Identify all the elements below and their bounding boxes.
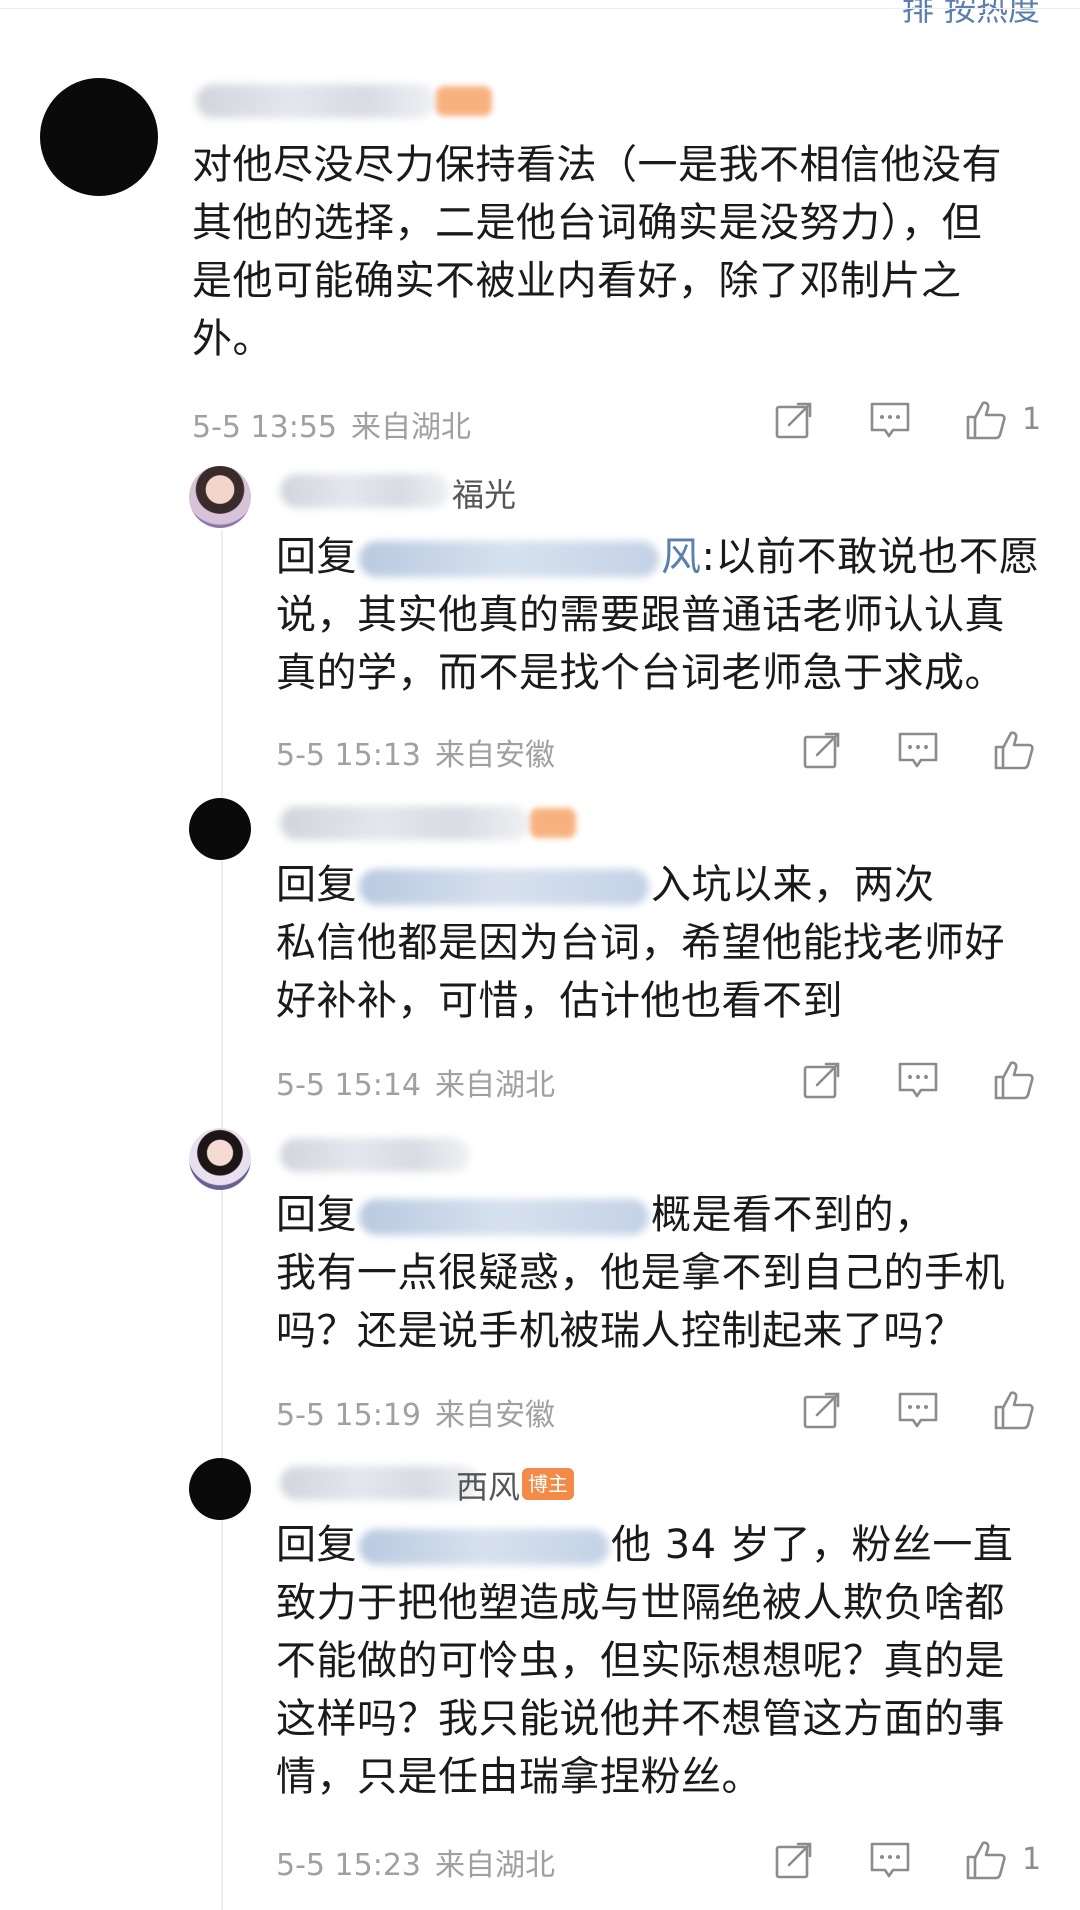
reply-line: 真的学，而不是找个台词老师急于求成。 <box>276 650 1005 696</box>
reply-prefix: 回复 <box>276 534 357 580</box>
avatar[interactable] <box>189 1458 251 1520</box>
mention-tail[interactable]: 风 <box>661 534 702 580</box>
reply-text: 回复 风:以前不敢说也不愿 说，其实他真的需要跟普通话老师认认真 真的学，而不是找… <box>276 528 1056 702</box>
username-blurred[interactable] <box>280 474 450 508</box>
comment-meta: 5-5 13:55 来自湖北 <box>192 402 471 446</box>
reply-line: 不能做的可怜虫，但实际想想呢？真的是 <box>276 1638 1005 1684</box>
username-blurred[interactable] <box>280 1138 470 1172</box>
reply-prefix: 回复 <box>276 1522 357 1568</box>
location: 来自湖北 <box>351 410 471 445</box>
reply-line: 入坑以来，两次 <box>651 862 935 908</box>
comment-line: 外。 <box>192 316 273 362</box>
comment-line: 其他的选择，二是他台词确实是没努力），但 <box>192 200 982 246</box>
username-blurred[interactable] <box>196 84 436 118</box>
reply-line: 我有一点很疑惑，他是拿不到自己的手机 <box>276 1250 1005 1296</box>
divider <box>0 8 1080 9</box>
timestamp: 5-5 15:13 <box>276 738 421 773</box>
share-icon[interactable] <box>772 1838 816 1882</box>
reply-prefix: 回复 <box>276 862 357 908</box>
location: 来自湖北 <box>435 1848 555 1883</box>
reply-meta: 5-5 15:23 来自湖北 <box>276 1840 555 1884</box>
timestamp: 5-5 13:55 <box>192 410 337 445</box>
reply-line: 概是看不到的， <box>651 1192 935 1238</box>
like-icon[interactable] <box>992 728 1036 772</box>
reply-line: 他 34 岁了，粉丝一直 <box>611 1522 1014 1568</box>
reply-line: 致力于把他塑造成与世隔绝被人欺负啥都 <box>276 1580 1005 1626</box>
like-count: 1 <box>1022 1842 1042 1877</box>
username-visible-tail: 福光 <box>452 476 517 514</box>
reply-text: 回复 他 34 岁了，粉丝一直 致力于把他塑造成与世隔绝被人欺负啥都 不能做的可怜… <box>276 1516 1056 1806</box>
avatar[interactable] <box>189 466 251 528</box>
comment-icon[interactable] <box>896 728 940 772</box>
author-badge: 博主 <box>522 1468 574 1500</box>
comment-line: 对他尽没尽力保持看法（一是我不相信他没有 <box>192 142 1002 188</box>
reply-line: 好补补，可惜，估计他也看不到 <box>276 978 843 1024</box>
like-icon[interactable] <box>992 1058 1036 1102</box>
comment-icon[interactable] <box>896 1058 940 1102</box>
reply-line: 说，其实他真的需要跟普通话老师认认真 <box>276 592 1005 638</box>
timestamp: 5-5 15:19 <box>276 1398 421 1433</box>
sort-header[interactable]: 排 按热度 <box>902 0 1040 28</box>
share-icon[interactable] <box>800 728 844 772</box>
reply-line: 这样吗？我只能说他并不想管这方面的事 <box>276 1696 1005 1742</box>
username-blurred[interactable] <box>280 806 530 840</box>
timestamp: 5-5 15:23 <box>276 1848 421 1883</box>
timestamp: 5-5 15:14 <box>276 1068 421 1103</box>
comment-line: 是他可能确实不被业内看好，除了邓制片之 <box>192 258 962 304</box>
user-badge <box>530 808 576 838</box>
user-badge <box>436 86 492 116</box>
comment-icon[interactable] <box>868 1838 912 1882</box>
like-icon[interactable] <box>964 398 1008 442</box>
mention-blurred[interactable] <box>359 1529 609 1565</box>
reply-line: 情，只是任由瑞拿捏粉丝。 <box>276 1754 762 1800</box>
location: 来自安徽 <box>435 738 555 773</box>
location: 来自安徽 <box>435 1398 555 1433</box>
reply-line: :以前不敢说也不愿 <box>701 534 1040 580</box>
comment-icon[interactable] <box>896 1388 940 1432</box>
reply-prefix: 回复 <box>276 1192 357 1238</box>
location: 来自湖北 <box>435 1068 555 1103</box>
username-visible-tail: 西风 <box>456 1468 521 1506</box>
comment-icon[interactable] <box>868 398 912 442</box>
like-icon[interactable] <box>992 1388 1036 1432</box>
mention-blurred[interactable] <box>359 869 649 905</box>
avatar[interactable] <box>189 1128 251 1190</box>
username-blurred[interactable] <box>280 1466 480 1500</box>
reply-text: 回复 入坑以来，两次 私信他都是因为台词，希望他能找老师好 好补补，可惜，估计他也… <box>276 856 1056 1030</box>
reply-text: 回复 概是看不到的， 我有一点很疑惑，他是拿不到自己的手机 吗？还是说手机被瑞人控… <box>276 1186 1056 1360</box>
reply-meta: 5-5 15:14 来自湖北 <box>276 1060 555 1104</box>
like-icon[interactable] <box>964 1838 1008 1882</box>
share-icon[interactable] <box>800 1388 844 1432</box>
mention-blurred[interactable] <box>359 541 659 577</box>
share-icon[interactable] <box>800 1058 844 1102</box>
share-icon[interactable] <box>772 398 816 442</box>
thread-line <box>221 530 223 1910</box>
avatar[interactable] <box>189 798 251 860</box>
like-count: 1 <box>1022 402 1042 437</box>
comment-text: 对他尽没尽力保持看法（一是我不相信他没有 其他的选择，二是他台词确实是没努力），… <box>192 136 1052 368</box>
reply-meta: 5-5 15:19 来自安徽 <box>276 1390 555 1434</box>
mention-blurred[interactable] <box>359 1199 649 1235</box>
reply-line: 私信他都是因为台词，希望他能找老师好 <box>276 920 1005 966</box>
reply-line: 吗？还是说手机被瑞人控制起来了吗？ <box>276 1308 965 1354</box>
reply-meta: 5-5 15:13 来自安徽 <box>276 730 555 774</box>
avatar[interactable] <box>40 78 158 196</box>
